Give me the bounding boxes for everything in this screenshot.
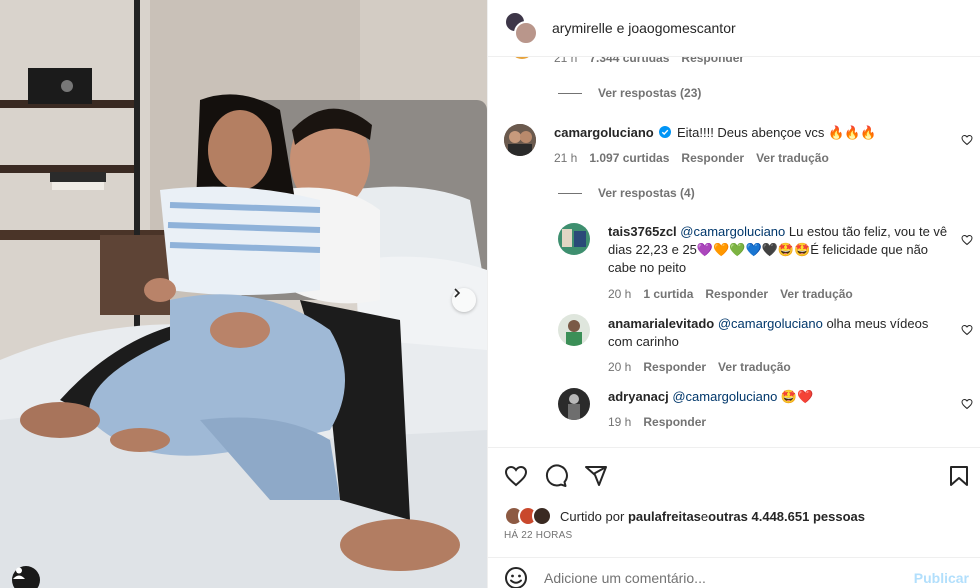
comment-meta: 19 h Responder [608,415,706,429]
liked-by-user[interactable]: paulafreitas [628,509,701,524]
comment-body: 🤩❤️ [777,389,814,404]
post-actions: Curtido por paulafreitas e outras 4.448.… [488,447,980,557]
author-avatars[interactable] [504,11,540,45]
comments-list[interactable]: 21 h 7.344 curtidas Responder Ver respos… [488,57,980,447]
reply-link[interactable]: Responder [643,415,706,429]
post-header: arymirelle e joaogomescantor [488,0,980,57]
avatar[interactable] [510,57,534,59]
mention-link[interactable]: @camargoluciano [718,316,823,331]
avatar[interactable] [504,124,536,156]
view-replies-button[interactable]: Ver respostas (23) [558,86,701,100]
comment-username[interactable]: anamarialevitado [608,316,714,331]
post-author[interactable]: arymirelle e joaogomescantor [552,20,736,36]
comment-meta: 21 h 1.097 curtidas Responder Ver traduç… [554,151,829,165]
heart-icon[interactable] [961,324,973,336]
heart-icon[interactable] [961,234,973,246]
likes-count[interactable]: outras 4.448.651 pessoas [708,509,865,524]
comment-time[interactable]: 21 h [554,57,577,65]
liked-by-mid: e [700,508,709,524]
comment-meta: 21 h 7.344 curtidas Responder [554,57,744,65]
mention-link[interactable]: @camargoluciano [680,224,785,239]
reply-link[interactable]: Responder [681,57,744,65]
photo-illustration [0,0,487,588]
avatar[interactable] [558,223,590,255]
like-button[interactable] [504,464,528,488]
comment-username[interactable]: camargoluciano [554,125,654,140]
reply-link[interactable]: Responder [643,360,706,374]
comment-meta: 20 h 1 curtida Responder Ver tradução [608,287,853,301]
avatar-image [558,314,590,346]
comment-time[interactable]: 20 h [608,287,631,301]
comment-text: tais3765zcl @camargoluciano Lu estou tão… [608,223,948,277]
share-button[interactable] [584,464,608,488]
liked-by-avatars[interactable] [504,506,556,526]
comment-icon [545,464,568,487]
comment-text: adryanacj @camargoluciano 🤩❤️ [608,388,948,406]
save-button[interactable] [947,464,971,488]
reply-link[interactable]: Responder [705,287,768,301]
carousel-next-button[interactable] [452,288,476,312]
chevron-right-icon [454,288,461,298]
avatar[interactable] [558,314,590,346]
view-replies-label: Ver respostas (4) [598,186,695,200]
avatar-image [504,124,536,156]
avatar[interactable] [558,388,590,420]
post-timestamp[interactable]: HÁ 22 HORAS [504,530,572,541]
comment-text: anamarialevitado @camargoluciano olha me… [608,315,948,351]
comment-likes[interactable]: 1 curtida [643,287,693,301]
comment-input[interactable] [544,569,914,586]
comment-body: Eita!!!! Deus abençoe vcs 🔥🔥🔥 [676,125,877,140]
comment-username[interactable]: tais3765zcl [608,224,677,239]
comment-box: Publicar [488,557,980,588]
bookmark-icon [950,466,968,486]
avatar [514,21,538,45]
user-tag-icon [13,567,25,579]
post-side-panel: arymirelle e joaogomescantor 21 h 7.344 … [487,0,980,588]
liked-by-prefix: Curtido por [560,508,625,524]
reply-link[interactable]: Responder [681,151,744,165]
view-replies-button[interactable]: Ver respostas (4) [558,186,695,200]
comment-likes[interactable]: 1.097 curtidas [589,151,669,165]
comment-time[interactable]: 19 h [608,415,631,429]
user-tag-button[interactable] [12,566,40,588]
comment-likes[interactable]: 7.344 curtidas [589,57,669,65]
translate-link[interactable]: Ver tradução [718,360,791,374]
heart-icon [504,465,528,487]
action-icons [504,464,608,488]
emoji-icon[interactable] [504,566,528,588]
share-icon [585,466,607,486]
mention-link[interactable]: @camargoluciano [672,389,777,404]
comment-time[interactable]: 20 h [608,360,631,374]
comment-time[interactable]: 21 h [554,151,577,165]
translate-link[interactable]: Ver tradução [780,287,853,301]
heart-icon[interactable] [961,134,973,146]
avatar [532,506,552,526]
translate-link[interactable]: Ver tradução [756,151,829,165]
comment-button[interactable] [544,464,568,488]
avatar-image [558,223,590,255]
avatar-image [558,388,590,420]
divider [558,192,582,194]
publish-button[interactable]: Publicar [914,570,969,586]
divider [558,92,582,94]
comment-text: camargoluciano Eita!!!! Deus abençoe vcs… [554,124,934,142]
verified-badge-icon [659,126,672,138]
post-photo[interactable] [0,0,487,588]
heart-icon[interactable] [961,398,973,410]
comment-username[interactable]: adryanacj [608,389,669,404]
comment-meta: 20 h Responder Ver tradução [608,360,791,374]
liked-by: Curtido por paulafreitas e outras 4.448.… [504,506,865,526]
view-replies-label: Ver respostas (23) [598,86,702,100]
